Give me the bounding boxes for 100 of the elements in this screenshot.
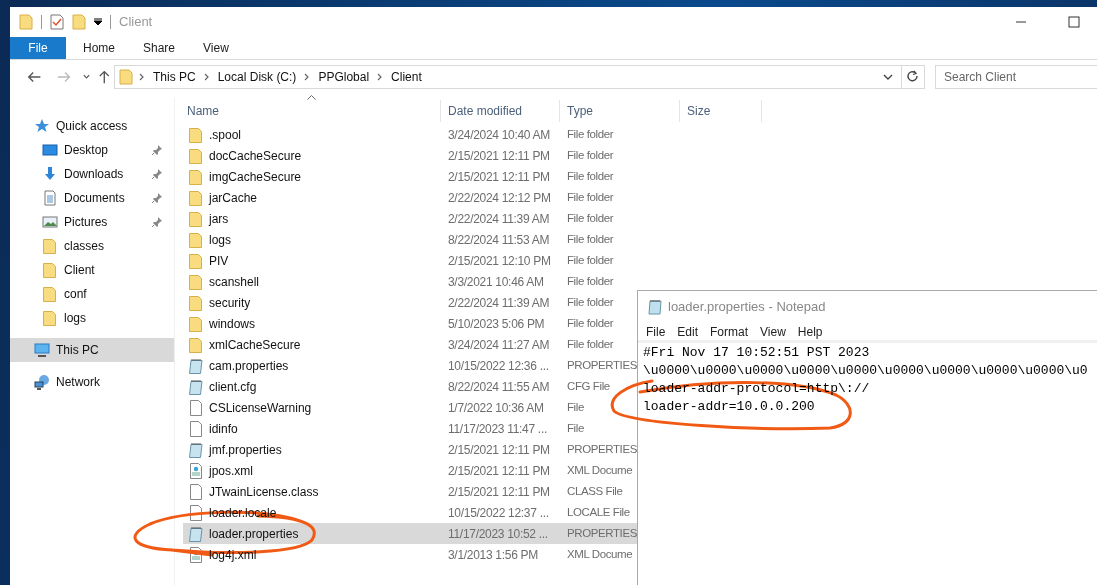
dropdown-icon[interactable] — [94, 18, 102, 26]
file-row[interactable]: scanshell 3/3/2021 10:46 AM File folder — [183, 271, 637, 292]
nav-item[interactable]: Network — [10, 370, 174, 394]
folder-icon — [188, 273, 204, 290]
file-row[interactable]: JTwainLicense.class 2/15/2021 12:11 PM CLASS File — [183, 481, 637, 502]
refresh-icon[interactable] — [906, 70, 920, 84]
folder-icon — [42, 286, 58, 302]
file-name: jarCache — [209, 189, 258, 207]
date-cell: 2/15/2021 12:11 PM — [448, 484, 550, 499]
type-cell: File — [567, 422, 584, 435]
nav-item[interactable]: Pictures — [10, 210, 174, 234]
ribbon-tab[interactable]: Share — [129, 37, 190, 59]
file-menu-button[interactable]: File — [10, 37, 66, 59]
file-name: PIV — [209, 252, 229, 270]
file-row[interactable]: imgCacheSecure 2/15/2021 12:11 PM File folder — [183, 166, 637, 187]
nav-item[interactable]: logs — [10, 306, 174, 330]
date-cell: 2/22/2024 12:12 PM — [448, 190, 551, 205]
file-row[interactable]: jmf.properties 2/15/2021 12:11 PM PROPERTIES — [183, 439, 637, 460]
type-cell: File folder — [567, 128, 614, 141]
nav-item[interactable]: This PC — [10, 338, 174, 362]
breadcrumb[interactable]: Local Disk (C:) — [215, 68, 299, 86]
nav-item[interactable]: Client — [10, 258, 174, 282]
file-row[interactable]: security 2/22/2024 11:39 AM File folder — [183, 292, 637, 313]
date-cell: 1/7/2022 10:36 AM — [448, 400, 544, 415]
documents-icon — [42, 190, 58, 206]
nav-item[interactable]: Desktop — [10, 138, 174, 162]
menu-item[interactable]: Format — [704, 322, 755, 341]
column-header[interactable]: Type — [567, 102, 593, 120]
file-row[interactable]: cam.properties 10/15/2022 12:36 ... PROPERTIES — [183, 355, 637, 376]
date-cell: 2/22/2024 11:39 AM — [448, 295, 550, 310]
breadcrumb[interactable]: This PC — [151, 68, 198, 86]
file-row[interactable]: .spool 3/24/2024 10:40 AM File folder — [183, 124, 637, 145]
file-row[interactable]: jars 2/22/2024 11:39 AM File folder — [183, 208, 637, 229]
column-header[interactable]: Date modified — [448, 102, 523, 120]
nav-label: Desktop — [64, 142, 109, 159]
date-cell: 5/10/2023 5:06 PM — [448, 316, 545, 331]
date-cell: 2/15/2021 12:11 PM — [448, 169, 550, 184]
back-icon[interactable] — [26, 70, 43, 84]
file-row[interactable]: loader.properties 11/17/2023 10:52 ... PROPERTIES — [183, 523, 637, 544]
date-cell: 2/15/2021 12:10 PM — [448, 253, 551, 268]
type-cell: File folder — [567, 275, 614, 288]
menu-item[interactable]: Edit — [671, 322, 705, 341]
nav-item[interactable]: Downloads — [10, 162, 174, 186]
file-row[interactable]: xmlCacheSecure 3/24/2024 11:27 AM File folder — [183, 334, 637, 355]
ribbon-tab[interactable]: View — [189, 37, 243, 59]
date-cell: 2/22/2024 11:39 AM — [448, 211, 550, 226]
file-row[interactable]: CSLicenseWarning 1/7/2022 10:36 AM File — [183, 397, 637, 418]
breadcrumb[interactable]: PPGlobal — [316, 68, 372, 86]
file-row[interactable]: logs 8/22/2024 11:53 AM File folder — [183, 229, 637, 250]
type-cell: File folder — [567, 149, 614, 162]
folder-icon — [188, 294, 204, 311]
column-header[interactable]: Name — [187, 102, 219, 120]
file-icon — [188, 504, 204, 521]
nav-label: This PC — [56, 342, 99, 359]
properties-icon[interactable] — [50, 14, 64, 30]
nav-label: Client — [64, 262, 95, 279]
folder-icon — [188, 336, 204, 353]
file-row[interactable]: jarCache 2/22/2024 12:12 PM File folder — [183, 187, 637, 208]
date-cell: 3/3/2021 10:46 AM — [448, 274, 544, 289]
folder-icon — [188, 189, 204, 206]
file-icon — [188, 399, 204, 416]
address-bar[interactable]: This PC Local Disk (C:) PPGlobal Client — [114, 65, 925, 89]
menu-item[interactable]: File — [640, 322, 672, 341]
nav-item[interactable]: classes — [10, 234, 174, 258]
nav-item[interactable]: conf — [10, 282, 174, 306]
type-cell: XML Docume — [567, 464, 633, 477]
folder-icon — [42, 238, 58, 254]
nav-label: classes — [64, 238, 104, 255]
menu-item[interactable]: Help — [791, 322, 829, 341]
folder-icon — [188, 252, 204, 269]
type-cell: File folder — [567, 233, 614, 246]
ribbon-tab[interactable]: Home — [69, 37, 129, 59]
file-row[interactable]: idinfo 11/17/2023 11:47 ... File — [183, 418, 637, 439]
menu-item[interactable]: View — [754, 322, 792, 341]
search-field[interactable]: Search Client — [935, 65, 1097, 89]
nav-item[interactable]: Documents — [10, 186, 174, 210]
file-row[interactable]: docCacheSecure 2/15/2021 12:11 PM File folder — [183, 145, 637, 166]
dropdown-icon[interactable] — [883, 72, 893, 82]
nav-item[interactable]: Quick access — [10, 114, 174, 138]
date-cell: 8/22/2024 11:55 AM — [448, 379, 550, 394]
file-name: docCacheSecure — [209, 147, 302, 165]
type-cell: File folder — [567, 170, 614, 183]
type-cell: PROPERTIES — [567, 359, 637, 372]
file-name: windows — [209, 315, 256, 333]
column-header[interactable]: Size — [687, 102, 711, 120]
date-cell: 10/15/2022 12:37 ... — [448, 505, 549, 520]
folder-icon — [188, 126, 204, 143]
date-cell: 11/17/2023 10:52 ... — [448, 526, 548, 541]
folder-icon — [188, 315, 204, 332]
date-cell: 3/24/2024 11:27 AM — [448, 337, 550, 352]
file-row[interactable]: client.cfg 8/22/2024 11:55 AM CFG File — [183, 376, 637, 397]
file-row[interactable]: PIV 2/15/2021 12:10 PM File folder — [183, 250, 637, 271]
up-icon[interactable] — [98, 69, 111, 85]
breadcrumb[interactable]: Client — [389, 68, 424, 86]
maximize-button[interactable] — [1068, 16, 1080, 28]
file-name: jmf.properties — [209, 441, 282, 459]
file-name: jars — [209, 210, 229, 228]
file-row[interactable]: windows 5/10/2023 5:06 PM File folder — [183, 313, 637, 334]
date-cell: 11/17/2023 11:47 ... — [448, 421, 547, 436]
file-row[interactable]: jpos.xml 2/15/2021 12:11 PM XML Docume — [183, 460, 637, 481]
